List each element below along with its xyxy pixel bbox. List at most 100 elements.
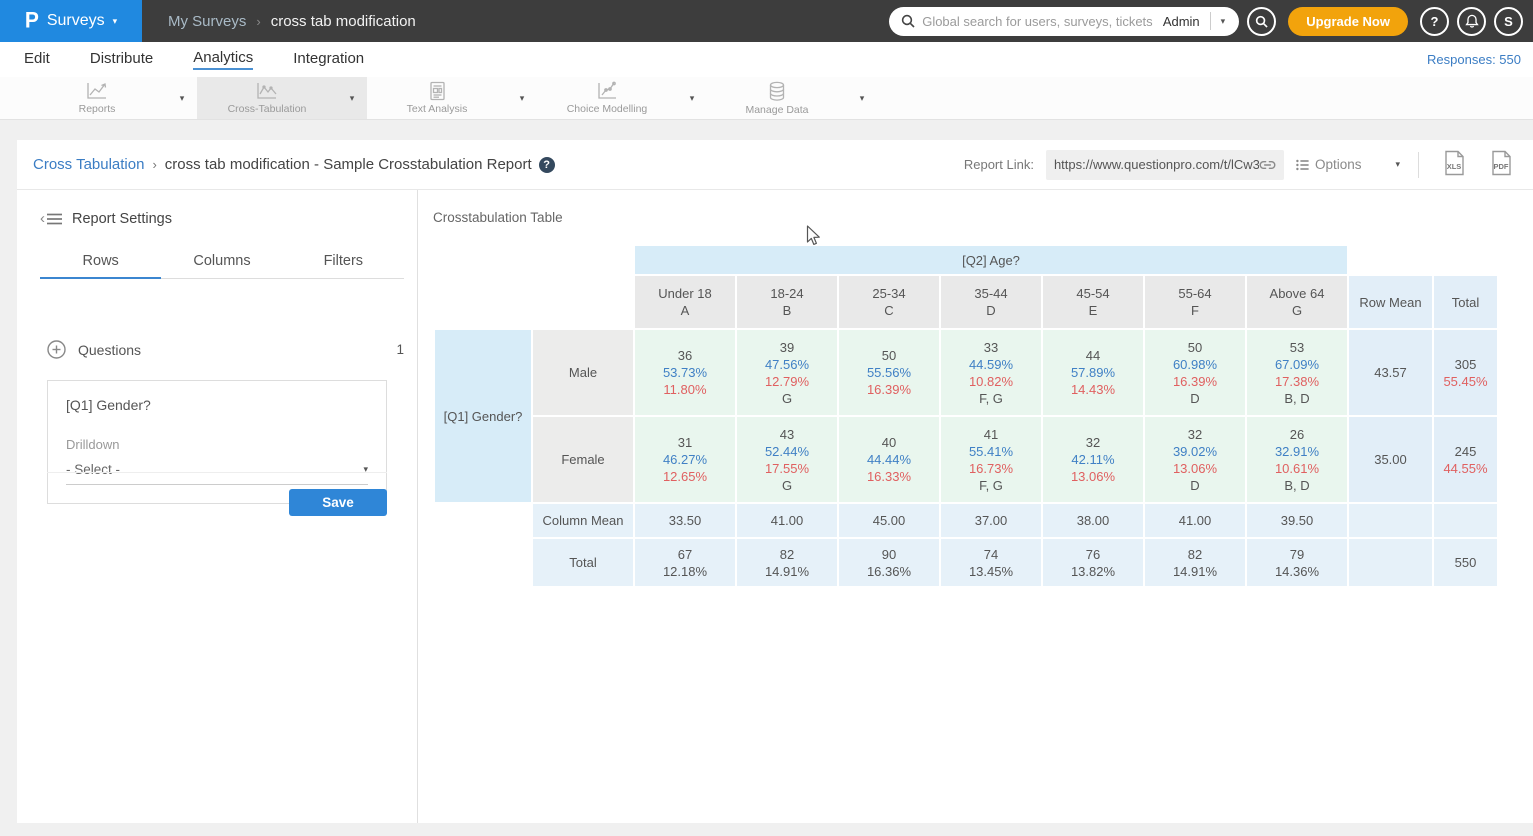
subnav-distribute[interactable]: Distribute: [90, 50, 153, 69]
tool-reports[interactable]: Reports ▾: [27, 77, 197, 119]
tool-reports-caret-icon[interactable]: ▾: [167, 77, 197, 119]
breadcrumb-separator-icon: ›: [256, 14, 260, 29]
spacer-cell: [1349, 246, 1497, 274]
spacer-cell: [435, 539, 531, 586]
total-empty-cell: [1349, 539, 1432, 586]
tab-rows[interactable]: Rows: [40, 247, 161, 279]
link-icon[interactable]: [1259, 159, 1276, 171]
collapse-panel-button[interactable]: ‹: [40, 210, 62, 227]
report-link-url[interactable]: https://www.questionpro.com/t/lCw3Zc: [1054, 157, 1259, 172]
column-total-cell: 7914.36%: [1247, 539, 1347, 586]
options-caret-icon[interactable]: ▾: [1395, 159, 1400, 170]
top-navbar: P Surveys ▾ My Surveys › cross tab modif…: [0, 0, 1533, 42]
tool-manage-data-caret-icon[interactable]: ▾: [847, 77, 877, 119]
subnav-analytics[interactable]: Analytics: [193, 49, 253, 70]
search-scope-selector[interactable]: Admin: [1153, 14, 1210, 29]
options-label: Options: [1315, 157, 1362, 172]
report-content-card: Cross Tabulation › cross tab modificatio…: [17, 140, 1533, 823]
svg-text:XLS: XLS: [1447, 162, 1462, 171]
crosstab-data-cell: 3653.73%11.80%: [635, 330, 735, 415]
pdf-file-icon: PDF: [1490, 150, 1513, 176]
tool-cross-tabulation-caret-icon[interactable]: ▾: [337, 77, 367, 119]
report-help-icon[interactable]: ?: [539, 157, 555, 173]
global-search-input[interactable]: [922, 14, 1153, 29]
tool-choice-modelling[interactable]: Choice Modelling ▾: [537, 77, 707, 119]
column-mean-cell: 45.00: [839, 504, 939, 537]
export-pdf-button[interactable]: PDF: [1484, 150, 1519, 179]
search-icon: [901, 14, 915, 28]
subnav-integration[interactable]: Integration: [293, 50, 364, 69]
report-settings-panel: ‹ Report Settings Rows Columns Filters Q…: [17, 190, 418, 823]
age-column-header: Under 18A: [635, 276, 735, 328]
column-mean-cell: 39.50: [1247, 504, 1347, 537]
question-card: [Q1] Gender? Drilldown - Select - ▾: [47, 380, 387, 504]
row-mean-header: Row Mean: [1349, 276, 1432, 328]
row-total-cell: 30555.45%: [1434, 330, 1497, 415]
questionpro-logo-icon: P: [25, 8, 39, 33]
settings-tabs: Rows Columns Filters: [40, 247, 404, 279]
crosstab-table: [Q2] Age?Under 18A18-24B25-34C35-44D45-5…: [433, 244, 1499, 588]
tab-filters[interactable]: Filters: [283, 247, 404, 278]
tool-label: Text Analysis: [407, 103, 468, 115]
list-options-icon: [1296, 159, 1309, 171]
save-button[interactable]: Save: [289, 489, 387, 516]
responses-count: Responses: 550: [1427, 52, 1521, 67]
age-column-header: 55-64F: [1145, 276, 1245, 328]
spacer-cell: [435, 276, 633, 328]
tool-text-analysis-caret-icon[interactable]: ▾: [507, 77, 537, 119]
help-button[interactable]: ?: [1420, 7, 1449, 36]
export-xls-button[interactable]: XLS: [1437, 150, 1472, 179]
crosstab-data-cell: 4044.44%16.33%: [839, 417, 939, 502]
crosstab-breadcrumb-link[interactable]: Cross Tabulation: [33, 156, 144, 173]
search-icon: [1255, 15, 1268, 28]
drilldown-select-value: - Select -: [66, 462, 120, 477]
upgrade-now-button[interactable]: Upgrade Now: [1288, 7, 1408, 36]
column-mean-label: Column Mean: [533, 504, 633, 537]
row-question-cell: [Q1] Gender?: [435, 330, 531, 502]
age-column-header: 25-34C: [839, 276, 939, 328]
subnav-edit[interactable]: Edit: [24, 50, 50, 69]
database-icon: [766, 81, 788, 102]
tool-cross-tabulation[interactable]: Cross-Tabulation ▾: [197, 77, 367, 119]
question-name: [Q1] Gender?: [66, 397, 368, 413]
column-total-cell: 7613.82%: [1043, 539, 1143, 586]
tool-label: Cross-Tabulation: [228, 103, 307, 115]
menu-icon: [47, 213, 62, 225]
search-scope-caret-icon[interactable]: ▾: [1211, 16, 1236, 27]
panel-title: Report Settings: [72, 211, 172, 227]
navbar-breadcrumb: My Surveys › cross tab modification: [168, 13, 416, 30]
breadcrumb-my-surveys[interactable]: My Surveys: [168, 13, 246, 30]
crosstab-data-cell: 4352.44%17.55%G: [737, 417, 837, 502]
choice-model-chart-icon: [595, 81, 619, 101]
crosstab-data-cell: 5055.56%16.39%: [839, 330, 939, 415]
crosstab-data-cell: 3146.27%12.65%: [635, 417, 735, 502]
crosstab-table-title: Crosstabulation Table: [433, 210, 563, 225]
column-total-cell: 7413.45%: [941, 539, 1041, 586]
column-total-cell: 6712.18%: [635, 539, 735, 586]
column-mean-empty-cell: [1434, 504, 1497, 537]
chevron-down-icon: ▾: [113, 17, 118, 26]
search-submit-button[interactable]: [1247, 7, 1276, 36]
account-avatar[interactable]: S: [1494, 7, 1523, 36]
tool-manage-data[interactable]: Manage Data ▾: [707, 77, 877, 119]
report-link-field[interactable]: https://www.questionpro.com/t/lCw3Zc: [1046, 150, 1284, 180]
tab-columns[interactable]: Columns: [161, 247, 282, 278]
column-mean-cell: 33.50: [635, 504, 735, 537]
age-column-header: 45-54E: [1043, 276, 1143, 328]
add-question-icon[interactable]: [47, 340, 66, 359]
drilldown-select[interactable]: - Select - ▾: [66, 462, 368, 485]
notifications-button[interactable]: [1457, 7, 1486, 36]
column-total-cell: 8214.91%: [1145, 539, 1245, 586]
crosstab-data-cell: 2632.91%10.61%B, D: [1247, 417, 1347, 502]
report-link-label: Report Link:: [964, 157, 1034, 172]
column-mean-cell: 41.00: [737, 504, 837, 537]
questions-count: 1: [396, 342, 404, 357]
tool-text-analysis[interactable]: Text Analysis ▾: [367, 77, 537, 119]
global-search[interactable]: Admin ▾: [889, 7, 1239, 36]
drilldown-label: Drilldown: [66, 437, 368, 452]
crosstab-data-cell: 3242.11%13.06%: [1043, 417, 1143, 502]
brand-menu[interactable]: P Surveys ▾: [0, 0, 142, 42]
options-menu-button[interactable]: Options ▾: [1296, 157, 1400, 172]
tool-choice-modelling-caret-icon[interactable]: ▾: [677, 77, 707, 119]
total-header: Total: [1434, 276, 1497, 328]
